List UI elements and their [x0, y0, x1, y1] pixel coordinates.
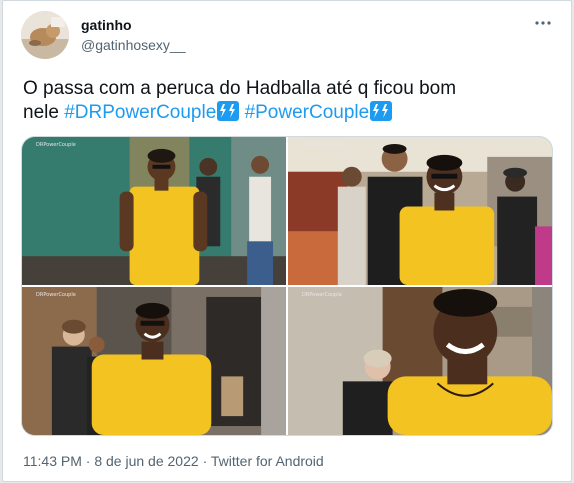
hashtag-powercouple[interactable]: #PowerCouple	[245, 102, 370, 123]
photo-4[interactable]: DRPowerCouple	[288, 287, 552, 435]
user-handle[interactable]: @gatinhosexy__	[81, 37, 186, 53]
meta-separator: ·	[85, 453, 91, 469]
media-grid: DRPowerCouple DRPowerCouple DRPowerCoupl…	[21, 136, 553, 436]
watermark: DRPowerCouple	[36, 142, 76, 148]
watermark: DRPowerCouple	[302, 142, 342, 148]
watermark: DRPowerCouple	[302, 292, 342, 298]
tweet-text-line1: O passa com a peruca do Hadballa até q f…	[23, 78, 457, 99]
user-name[interactable]: gatinho	[81, 17, 132, 33]
photo-3[interactable]: DRPowerCouple	[22, 287, 286, 435]
tweet-source[interactable]: Twitter for Android	[211, 453, 324, 469]
hashtag-drpowercouple[interactable]: #DRPowerCouple	[64, 102, 216, 123]
tweet-meta: 11:43 PM · 8 de jun de 2022 · Twitter fo…	[23, 453, 324, 469]
meta-separator: ·	[202, 453, 208, 469]
photo-3-image	[22, 287, 286, 435]
more-options-icon[interactable]	[531, 11, 555, 35]
high-voltage-icon	[217, 101, 240, 121]
photo-2[interactable]: DRPowerCouple	[288, 137, 552, 285]
tweet-card: gatinho @gatinhosexy__ O passa com a per…	[2, 0, 572, 482]
photo-4-image	[288, 287, 552, 435]
photo-1[interactable]: DRPowerCouple	[22, 137, 286, 285]
tweet-text-line2: nele	[23, 102, 65, 123]
photo-1-image	[22, 137, 286, 285]
avatar-image	[21, 11, 69, 59]
tweet-date[interactable]: 8 de jun de 2022	[94, 453, 198, 469]
high-voltage-icon	[370, 101, 393, 121]
watermark: DRPowerCouple	[36, 292, 76, 298]
tweet-text: O passa com a peruca do Hadballa até q f…	[23, 77, 553, 125]
avatar[interactable]	[21, 11, 69, 59]
photo-2-image	[288, 137, 552, 285]
tweet-time[interactable]: 11:43 PM	[23, 453, 82, 469]
